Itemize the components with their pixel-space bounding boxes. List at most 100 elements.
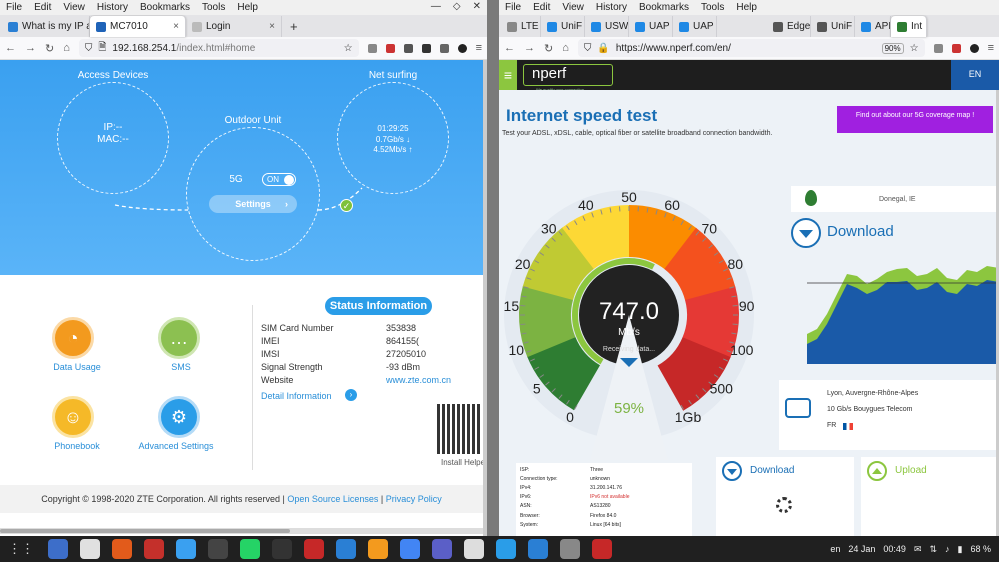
- menu-history[interactable]: History: [97, 2, 128, 13]
- taskbar-app-icon[interactable]: [496, 539, 516, 559]
- tab-usw[interactable]: USW: [585, 16, 629, 37]
- menu-help[interactable]: Help: [736, 2, 757, 13]
- app-menu-icon[interactable]: ≡: [988, 42, 994, 54]
- horizontal-scrollbar[interactable]: [0, 528, 483, 534]
- settings-button[interactable]: Settings ›: [209, 195, 297, 213]
- reload-icon[interactable]: ↻: [45, 42, 54, 55]
- forward-icon[interactable]: →: [25, 42, 36, 54]
- phonebook-link[interactable]: Phonebook: [37, 441, 117, 451]
- detail-information-link[interactable]: Detail Information: [261, 391, 332, 401]
- hamburger-menu-icon[interactable]: ≡: [499, 60, 517, 90]
- extension-icon[interactable]: [403, 43, 413, 53]
- taskbar-app-icon[interactable]: [48, 539, 68, 559]
- tab-mc7010[interactable]: MC7010 ×: [90, 16, 186, 37]
- menu-bookmarks[interactable]: Bookmarks: [639, 2, 689, 13]
- minimize-icon[interactable]: —: [431, 1, 441, 12]
- back-icon[interactable]: ←: [5, 42, 16, 54]
- data-usage-pie-icon[interactable]: ◔: [52, 317, 94, 359]
- ublock-icon[interactable]: [951, 43, 961, 53]
- 5g-toggle[interactable]: ON: [262, 173, 296, 186]
- pocket-icon[interactable]: [367, 43, 377, 53]
- taskbar-app-icon[interactable]: [432, 539, 452, 559]
- keyboard-language[interactable]: en: [830, 544, 840, 554]
- taskbar-app-icon[interactable]: [400, 539, 420, 559]
- clock[interactable]: 00:49: [883, 544, 906, 554]
- container-icon[interactable]: [421, 43, 431, 53]
- home-icon[interactable]: ⌂: [562, 42, 569, 54]
- app-grid-icon[interactable]: ⋮⋮: [8, 541, 34, 557]
- taskbar-app-icon[interactable]: [272, 539, 292, 559]
- taskbar-app-icon[interactable]: [464, 539, 484, 559]
- menu-history[interactable]: History: [596, 2, 627, 13]
- tab-lte[interactable]: LTE: [501, 16, 541, 37]
- sms-link[interactable]: SMS: [141, 362, 221, 372]
- bookmark-star-icon[interactable]: ☆: [344, 43, 353, 54]
- tab-apn[interactable]: APN: [855, 16, 891, 37]
- taskbar-app-icon[interactable]: [592, 539, 612, 559]
- forward-icon[interactable]: →: [524, 42, 535, 54]
- taskbar-app-icon[interactable]: [80, 539, 100, 559]
- tab-close-icon[interactable]: ×: [169, 21, 179, 32]
- taskbar-app-icon[interactable]: [240, 539, 260, 559]
- screenshot-icon[interactable]: [439, 43, 449, 53]
- privacy-policy-link[interactable]: Privacy Policy: [386, 494, 442, 504]
- back-icon[interactable]: ←: [504, 42, 515, 54]
- taskbar-app-icon[interactable]: [176, 539, 196, 559]
- open-source-link[interactable]: Open Source Licenses: [287, 494, 378, 504]
- coverage-map-button[interactable]: Find out about our 5G coverage map !: [837, 106, 993, 133]
- data-usage-link[interactable]: Data Usage: [37, 362, 117, 372]
- address-bar[interactable]: ⛉ 🔒 https://www.nperf.com/en/ 90% ☆: [577, 39, 925, 57]
- tab-what-is-my-ip[interactable]: What is my IP addr×: [2, 16, 90, 37]
- tab-unifi-1[interactable]: UniF: [541, 16, 585, 37]
- tab-uap-2[interactable]: UAP: [673, 16, 717, 37]
- reload-icon[interactable]: ↻: [544, 42, 553, 55]
- ublock-icon[interactable]: [385, 43, 395, 53]
- pocket-icon[interactable]: [933, 43, 943, 53]
- address-bar[interactable]: ⛉ 🗎 192.168.254.1/index.html#home ☆: [78, 39, 359, 57]
- account-icon[interactable]: [969, 43, 979, 53]
- menu-help[interactable]: Help: [237, 2, 258, 13]
- account-icon[interactable]: [457, 43, 467, 53]
- zoom-level[interactable]: 90%: [881, 42, 904, 54]
- taskbar-app-icon[interactable]: [304, 539, 324, 559]
- advanced-settings-gear-icon[interactable]: ⚙: [158, 396, 200, 438]
- battery-icon[interactable]: ▮: [958, 544, 963, 555]
- menu-tools[interactable]: Tools: [202, 2, 225, 13]
- network-icon[interactable]: ⇅: [929, 544, 937, 555]
- taskbar-app-icon[interactable]: [208, 539, 228, 559]
- menu-tools[interactable]: Tools: [701, 2, 724, 13]
- tab-uap-1[interactable]: UAP: [629, 16, 673, 37]
- app-menu-icon[interactable]: ≡: [476, 42, 482, 54]
- tab-nperf[interactable]: Int: [891, 16, 927, 37]
- menu-view[interactable]: View: [63, 2, 85, 13]
- taskbar-app-icon[interactable]: [368, 539, 388, 559]
- menu-file[interactable]: File: [6, 2, 22, 13]
- detail-arrow-icon[interactable]: ›: [345, 389, 357, 401]
- tab-unifi-2[interactable]: UniF: [811, 16, 855, 37]
- taskbar-app-icon[interactable]: [112, 539, 132, 559]
- taskbar-app-icon[interactable]: [528, 539, 548, 559]
- taskbar-app-icon[interactable]: [560, 539, 580, 559]
- menu-edit[interactable]: Edit: [533, 2, 550, 13]
- maximize-icon[interactable]: ◇: [453, 1, 461, 12]
- menu-bookmarks[interactable]: Bookmarks: [140, 2, 190, 13]
- close-window-icon[interactable]: ✕: [473, 1, 481, 12]
- website-link[interactable]: www.zte.com.cn: [386, 375, 451, 385]
- volume-icon[interactable]: ♪: [945, 544, 950, 554]
- home-icon[interactable]: ⌂: [63, 42, 70, 54]
- menu-file[interactable]: File: [505, 2, 521, 13]
- taskbar-app-icon[interactable]: [144, 539, 164, 559]
- tab-edge[interactable]: Edge: [767, 16, 811, 37]
- phonebook-person-icon[interactable]: ☺: [52, 396, 94, 438]
- nperf-logo[interactable]: nperfWe qualify your connection: [523, 64, 613, 92]
- tab-close-icon[interactable]: ×: [265, 21, 275, 32]
- sms-chat-icon[interactable]: …: [158, 317, 200, 359]
- menu-view[interactable]: View: [562, 2, 584, 13]
- new-tab-button[interactable]: +: [282, 16, 306, 37]
- advanced-settings-link[interactable]: Advanced Settings: [136, 441, 216, 451]
- taskbar-app-icon[interactable]: [336, 539, 356, 559]
- bookmark-star-icon[interactable]: ☆: [910, 43, 919, 54]
- language-selector[interactable]: EN: [951, 60, 999, 90]
- menu-edit[interactable]: Edit: [34, 2, 51, 13]
- notification-icon[interactable]: ✉: [914, 544, 922, 555]
